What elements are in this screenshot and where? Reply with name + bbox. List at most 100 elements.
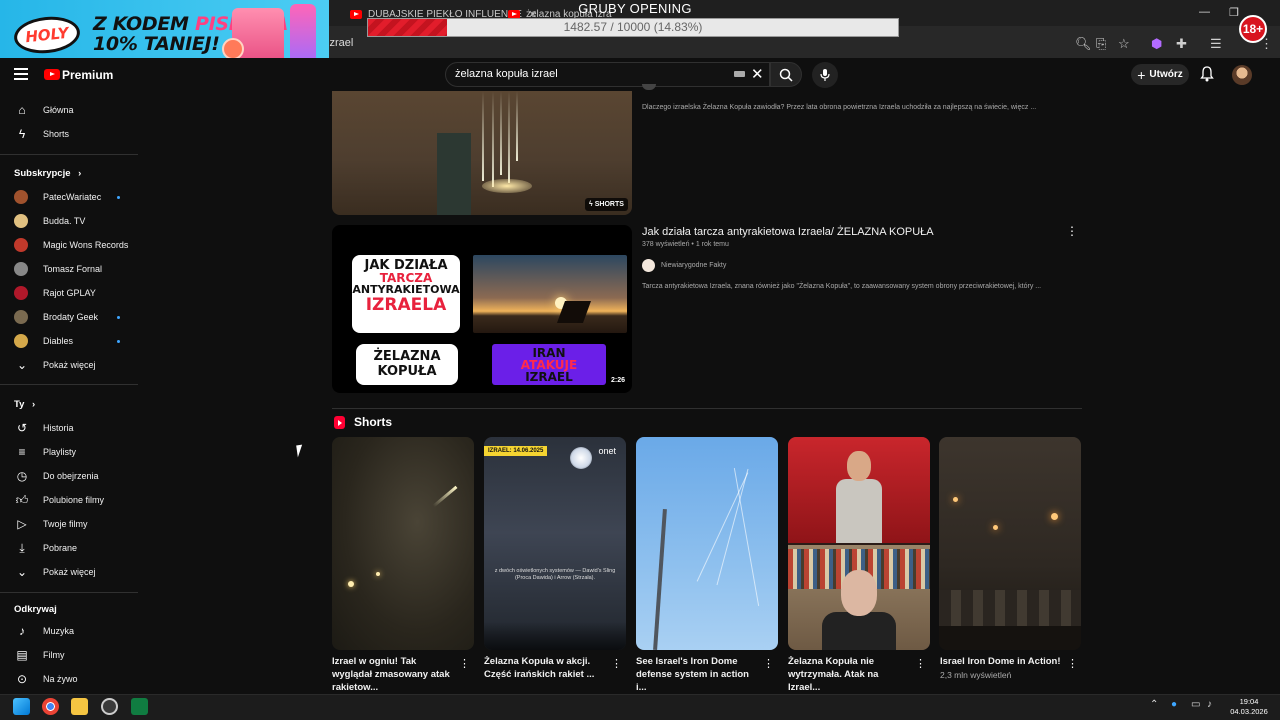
sidebar-item-film[interactable]: ▤ Filmy	[0, 643, 138, 667]
more-actions-icon[interactable]: ⋮	[915, 657, 926, 670]
youtube-logo-icon[interactable]	[44, 69, 60, 80]
sidebar-item-label: Główna	[43, 105, 74, 115]
sidebar-item-playlist[interactable]: ≡ Playlisty	[0, 440, 138, 464]
sidebar-item-label: Diables	[43, 336, 74, 346]
short-title[interactable]: Żelazna Kopuła nie wytrzymała. Atak na I…	[788, 655, 910, 694]
short-title[interactable]: See Israel's Iron Dome defense system in…	[636, 655, 758, 694]
create-button[interactable]: + Utwórz	[1131, 64, 1189, 85]
home-icon: ⌂	[18, 103, 26, 117]
thumbnail-card: IRAN ATAKUJE IZRAEL	[492, 344, 606, 385]
download-icon: ⤓	[19, 540, 25, 555]
plus-icon: +	[1137, 66, 1146, 83]
clear-search-icon[interactable]: ✕	[751, 65, 764, 83]
display-icon[interactable]: ▭	[1191, 699, 1200, 710]
sidebar-item-chevron-down[interactable]: ⌄ Pokaż więcej	[0, 560, 138, 584]
notifications-bell-icon[interactable]	[1200, 66, 1214, 82]
steam-icon[interactable]	[101, 698, 118, 715]
sponsor-logo: HOLY	[12, 13, 82, 57]
sidebar-item-history[interactable]: ↺ Historia	[0, 416, 138, 440]
channel-name[interactable]: Niewiarygodne Fakty	[661, 262, 726, 269]
sidebar-item-music[interactable]: ♪ Muzyka	[0, 619, 138, 643]
sidebar-subscription[interactable]: Brodaty Geek	[0, 305, 138, 329]
taskbar-clock[interactable]: 19:04 04.03.2026	[1227, 697, 1271, 717]
bookmark-star-icon[interactable]: ☆	[1118, 36, 1130, 52]
maximize-icon[interactable]: ❐	[1229, 6, 1239, 19]
channel-avatar	[14, 286, 28, 300]
extension-icon[interactable]: ⬢	[1151, 36, 1162, 52]
media-queue-icon[interactable]: ☰	[1210, 36, 1222, 52]
microphone-tray-icon[interactable]: ●	[1171, 699, 1177, 710]
thumbnail-card: ŻELAZNA KOPUŁA	[356, 344, 458, 385]
volume-icon[interactable]: ♪	[1207, 699, 1212, 710]
minimize-icon[interactable]: —	[1199, 6, 1210, 18]
onet-logo: onet	[598, 446, 616, 456]
sidebar-subscription[interactable]: Diables	[0, 329, 138, 353]
grapefruit-image	[222, 38, 244, 60]
chrome-icon[interactable]	[42, 698, 59, 715]
sidebar-item-shorts[interactable]: ϟ Shorts	[0, 122, 138, 146]
sidebar-item-live[interactable]: ⊙ Na żywo	[0, 667, 138, 691]
sidebar-subscription[interactable]: Magic Wons Records	[0, 233, 138, 257]
mouse-cursor	[296, 444, 304, 458]
sidebar-subscription[interactable]: Rajot GPLAY	[0, 281, 138, 305]
address-bar[interactable]: izrael	[327, 37, 353, 49]
you-heading[interactable]: Ty ›	[14, 399, 35, 410]
short-views: 2,3 mln wyświetleń	[940, 670, 1012, 680]
short-thumbnail[interactable]	[332, 437, 474, 650]
sidebar-item-label: Polubione filmy	[43, 495, 105, 505]
history-icon: ↺	[16, 421, 28, 435]
explore-heading: Odkrywaj	[14, 604, 57, 615]
windows-start-icon[interactable]	[13, 698, 30, 715]
short-title[interactable]: Żelazna Kopuła w akcji. Część irańskich …	[484, 655, 606, 681]
sidebar-item-home[interactable]: ⌂ Główna	[0, 98, 138, 122]
sidebar-divider	[0, 592, 138, 593]
video-thumbnail[interactable]	[332, 91, 632, 215]
short-thumbnail[interactable]: IZRAEL: 14.06.2025 onet z dwóch oświetlo…	[484, 437, 626, 650]
search-query[interactable]: żelazna kopuła izrael	[455, 68, 558, 80]
more-actions-icon[interactable]: ⋮	[611, 657, 622, 670]
thumbnail-card: JAK DZIAŁA TARCZA ANTYRAKIETOWA IZRAELA	[352, 255, 460, 333]
extensions-puzzle-icon[interactable]: ✚	[1176, 36, 1187, 52]
short-title[interactable]: Israel Iron Dome in Action!	[940, 655, 1065, 668]
voice-search-button[interactable]	[812, 62, 838, 88]
tray-overflow-icon[interactable]: ⌃	[1150, 699, 1158, 710]
menu-icon[interactable]	[14, 68, 28, 83]
short-title[interactable]: Izrael w ogniu! Tak wyglądał zmasowany a…	[332, 655, 454, 694]
video-duration: 2:26	[608, 376, 629, 385]
keyboard-icon[interactable]	[734, 71, 745, 77]
short-thumbnail[interactable]	[788, 437, 930, 650]
sidebar-item-label: Tomasz Fornal	[43, 264, 103, 274]
account-avatar[interactable]	[1232, 65, 1252, 85]
more-actions-icon[interactable]: ⋮	[1067, 657, 1078, 670]
sidebar-item-your-videos[interactable]: ▷ Twoje filmy	[0, 512, 138, 536]
video-description: Tarcza antyrakietowa Izraela, znana równ…	[642, 283, 1042, 290]
premium-label[interactable]: Premium	[62, 68, 113, 82]
sidebar-subscription[interactable]: PatecWariatec	[0, 185, 138, 209]
video-title[interactable]: Jak działa tarcza antyrakietowa Izraela/…	[642, 226, 934, 238]
search-button[interactable]	[770, 62, 802, 87]
more-actions-icon[interactable]: ⋮	[459, 657, 470, 670]
sidebar-show-more[interactable]: ⌄ Pokaż więcej	[0, 353, 138, 377]
sidebar-item-watch-later[interactable]: ◷ Do obejrzenia	[0, 464, 138, 488]
file-explorer-icon[interactable]	[71, 698, 88, 715]
channel-avatar[interactable]	[642, 259, 655, 272]
sidebar-subscription[interactable]: Budda. TV	[0, 209, 138, 233]
sidebar-subscription[interactable]: Tomasz Fornal	[0, 257, 138, 281]
zoom-icon[interactable]: 🔍︎	[1075, 36, 1092, 52]
more-actions-icon[interactable]: ⋮	[1066, 224, 1078, 238]
iron-dome-launcher-image	[473, 255, 627, 333]
video-thumbnail[interactable]: JAK DZIAŁA TARCZA ANTYRAKIETOWA IZRAELA …	[332, 225, 632, 393]
microphone-icon	[820, 69, 830, 81]
sidebar-item-download[interactable]: ⤓ Pobrane	[0, 536, 138, 560]
more-actions-icon[interactable]: ⋮	[763, 657, 774, 670]
sidebar-item-label: Na żywo	[43, 674, 78, 684]
subscriptions-heading[interactable]: Subskrypcje ›	[14, 168, 81, 179]
install-icon[interactable]: ⎘	[1096, 36, 1106, 52]
age-rating-badge: 18+	[1239, 15, 1267, 43]
short-thumbnail[interactable]	[636, 437, 778, 650]
excel-icon[interactable]	[131, 698, 148, 715]
sidebar-divider	[0, 154, 138, 155]
short-thumbnail[interactable]	[939, 437, 1081, 650]
donation-goal-text: 1482.57 / 10000 (14.83%)	[563, 20, 703, 34]
sidebar-item-like[interactable]: 👍︎ Polubione filmy	[0, 488, 138, 512]
